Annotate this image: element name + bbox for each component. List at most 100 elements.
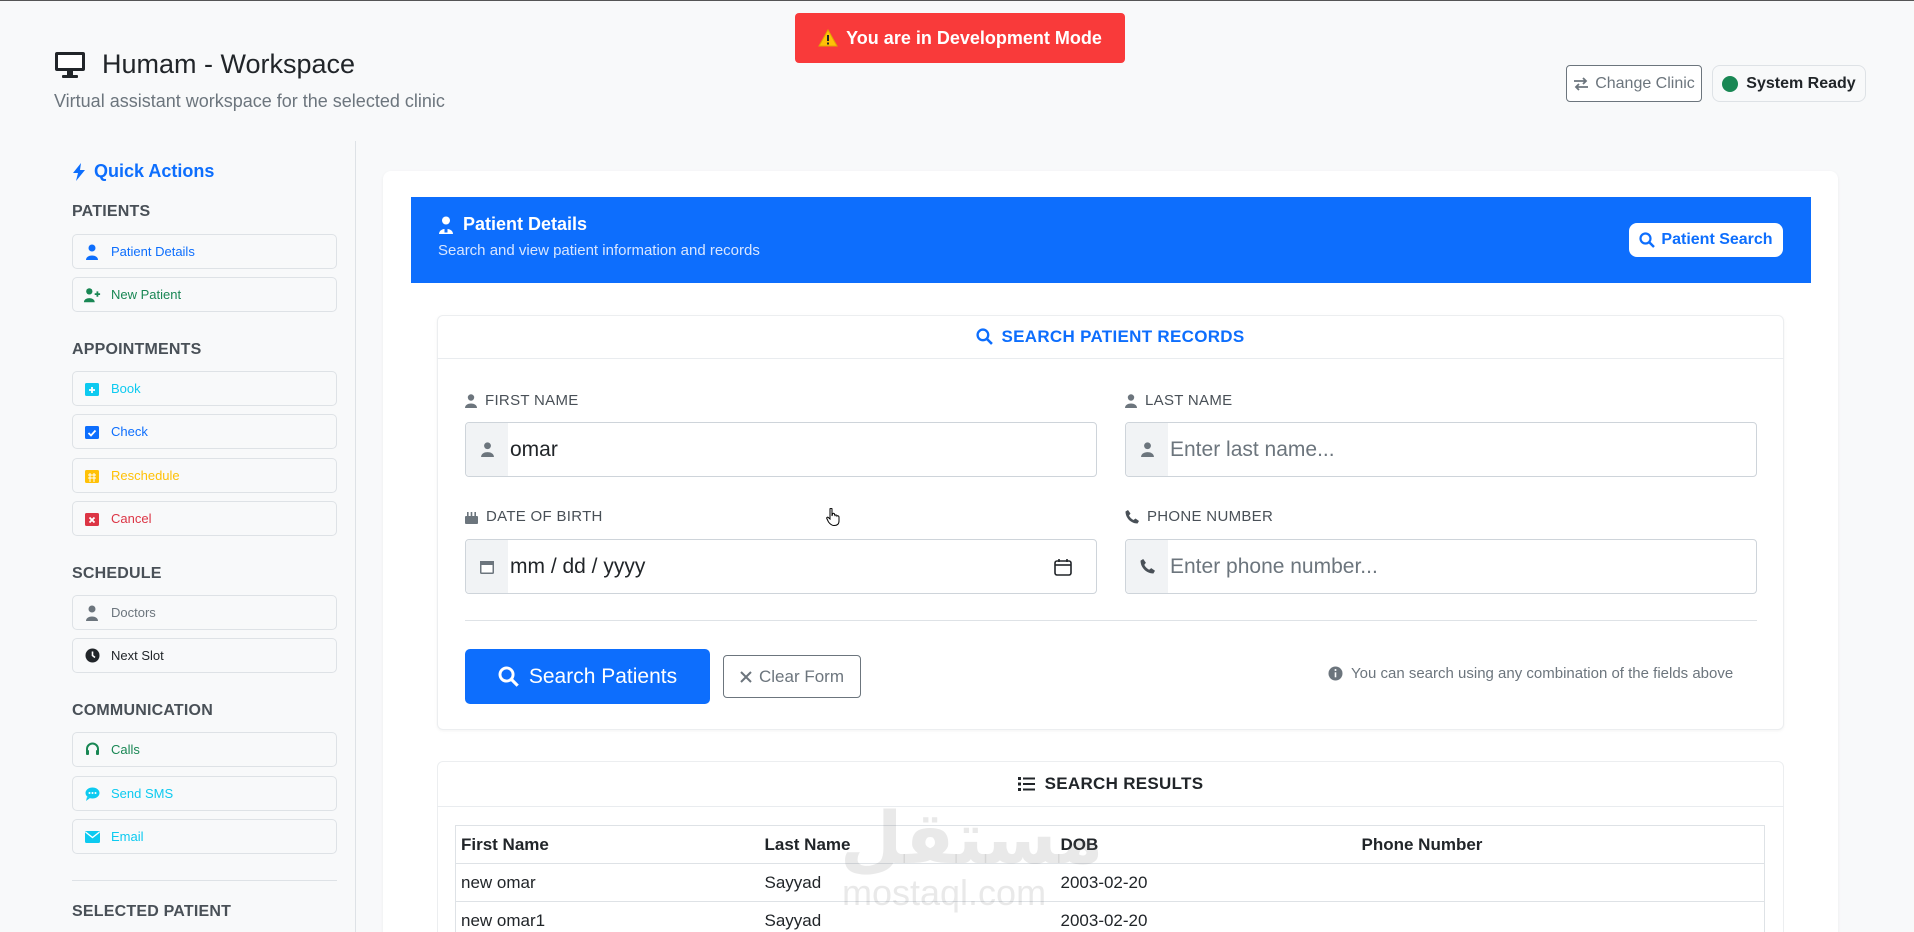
warning-icon	[818, 29, 838, 47]
user-doctor-icon	[438, 216, 454, 234]
search-icon	[1639, 232, 1656, 248]
patient-search-button[interactable]: Patient Search	[1629, 223, 1783, 257]
first-name-label-text: FIRST NAME	[485, 392, 579, 409]
table-cell	[1356, 863, 1765, 902]
sidebar-item-patient-details[interactable]: Patient Details	[72, 234, 337, 269]
bolt-icon	[72, 162, 86, 181]
clear-form-label: Clear Form	[758, 666, 844, 686]
search-hint: You can search using any combination of …	[1328, 665, 1733, 682]
phone-icon	[1125, 509, 1139, 524]
section-appointments: APPOINTMENTS	[72, 341, 202, 358]
phone-icon	[1126, 540, 1168, 593]
page-title: Humam - Workspace	[54, 49, 355, 80]
sidebar-item-label: Book	[111, 381, 141, 396]
sidebar-item-reschedule[interactable]: Reschedule	[72, 458, 337, 493]
calendar-picker-icon[interactable]	[1054, 558, 1072, 576]
calendar-plus-icon	[83, 381, 101, 396]
table-row[interactable]: new omar1 Sayyad 2003-02-20	[455, 901, 1765, 932]
user-doctor-icon	[83, 244, 101, 260]
birthday-cake-icon	[465, 510, 478, 524]
calendar-check-icon	[83, 424, 101, 439]
phone-label-text: PHONE NUMBER	[1147, 508, 1274, 525]
last-name-field[interactable]: Enter last name...	[1125, 422, 1757, 477]
search-patients-button[interactable]: Search Patients	[465, 649, 710, 704]
sidebar-item-cancel[interactable]: Cancel	[72, 501, 337, 536]
user-icon	[466, 423, 508, 476]
form-divider	[465, 620, 1757, 621]
sidebar-item-calls[interactable]: Calls	[72, 732, 337, 767]
sidebar-item-label: Cancel	[111, 511, 152, 526]
page-subtitle: Virtual assistant workspace for the sele…	[54, 91, 445, 111]
sidebar-item-label: New Patient	[111, 287, 182, 302]
list-icon	[1017, 776, 1035, 791]
table-cell: new omar	[455, 863, 760, 902]
sidebar-item-label: Doctors	[111, 605, 156, 620]
last-name-label-text: LAST NAME	[1145, 392, 1233, 409]
sidebar-item-label: Send SMS	[111, 786, 174, 801]
dob-label: DATE OF BIRTH	[465, 508, 603, 525]
sidebar-item-label: Email	[111, 829, 144, 844]
clock-icon	[83, 648, 101, 663]
headset-icon	[83, 742, 101, 757]
hand-cursor-icon	[826, 508, 840, 526]
sidebar-item-label: Calls	[111, 742, 140, 757]
sidebar-item-next-slot[interactable]: Next Slot	[72, 638, 337, 673]
sidebar-item-new-patient[interactable]: New Patient	[72, 277, 337, 312]
first-name-value[interactable]: omar	[508, 438, 1096, 462]
dob-label-text: DATE OF BIRTH	[486, 508, 603, 525]
quick-actions-label: Quick Actions	[94, 161, 215, 181]
sidebar-separator	[72, 880, 337, 881]
dev-mode-banner: You are in Development Mode	[795, 13, 1125, 63]
exchange-icon	[1573, 76, 1589, 91]
column-header: First Name	[455, 825, 760, 864]
sidebar-item-label: Reschedule	[111, 468, 180, 483]
results-table: First Name Last Name DOB Phone Number ne…	[455, 825, 1765, 932]
section-schedule: SCHEDULE	[72, 565, 162, 582]
desktop-icon	[54, 51, 86, 79]
user-icon	[1125, 393, 1137, 408]
comment-dots-icon	[83, 787, 101, 801]
search-results-heading: SEARCH RESULTS	[437, 761, 1784, 807]
user-plus-icon	[83, 287, 101, 303]
watermark-url: mostaql.com	[842, 872, 1047, 913]
dob-field[interactable]: mm / dd / yyyy	[465, 539, 1097, 594]
sidebar-item-check[interactable]: Check	[72, 414, 337, 449]
envelope-icon	[83, 830, 101, 843]
dev-mode-text: You are in Development Mode	[846, 27, 1102, 48]
sidebar-item-email[interactable]: Email	[72, 819, 337, 854]
status-dot-icon	[1722, 75, 1739, 92]
table-cell: new omar1	[455, 901, 760, 932]
user-icon	[1126, 423, 1168, 476]
sidebar-item-book[interactable]: Book	[72, 371, 337, 406]
watermark-logo: مستقل	[840, 799, 1104, 879]
dob-placeholder[interactable]: mm / dd / yyyy	[508, 555, 1054, 579]
user-icon	[465, 393, 477, 408]
status-label: System Ready	[1746, 74, 1856, 92]
search-icon	[976, 328, 994, 345]
search-icon	[498, 666, 519, 687]
table-cell	[1356, 901, 1765, 932]
first-name-field[interactable]: omar	[465, 422, 1097, 477]
sidebar-item-send-sms[interactable]: Send SMS	[72, 776, 337, 811]
quick-actions-title: Quick Actions	[72, 161, 214, 182]
sidebar-item-label: Check	[111, 424, 148, 439]
status-badge: System Ready	[1712, 65, 1866, 102]
phone-field[interactable]: Enter phone number...	[1125, 539, 1757, 594]
sidebar-item-label: Next Slot	[111, 648, 164, 663]
search-records-heading-text: SEARCH PATIENT RECORDS	[1001, 326, 1245, 346]
app-title-text: Humam - Workspace	[102, 49, 356, 79]
calendar-xmark-icon	[83, 511, 101, 526]
first-name-label: FIRST NAME	[465, 392, 579, 409]
patient-search-label: Patient Search	[1661, 231, 1773, 248]
last-name-placeholder[interactable]: Enter last name...	[1168, 438, 1756, 462]
change-clinic-button[interactable]: Change Clinic	[1566, 65, 1702, 102]
table-row[interactable]: new omar Sayyad 2003-02-20	[455, 863, 1765, 902]
panel-subtitle: Search and view patient information and …	[438, 242, 760, 259]
section-patients: PATIENTS	[72, 203, 151, 220]
search-patients-label: Search Patients	[528, 664, 678, 688]
phone-placeholder[interactable]: Enter phone number...	[1168, 555, 1756, 579]
clear-form-button[interactable]: Clear Form	[723, 655, 861, 698]
close-icon	[740, 670, 752, 683]
sidebar-item-doctors[interactable]: Doctors	[72, 595, 337, 630]
search-records-heading: SEARCH PATIENT RECORDS	[437, 315, 1784, 359]
